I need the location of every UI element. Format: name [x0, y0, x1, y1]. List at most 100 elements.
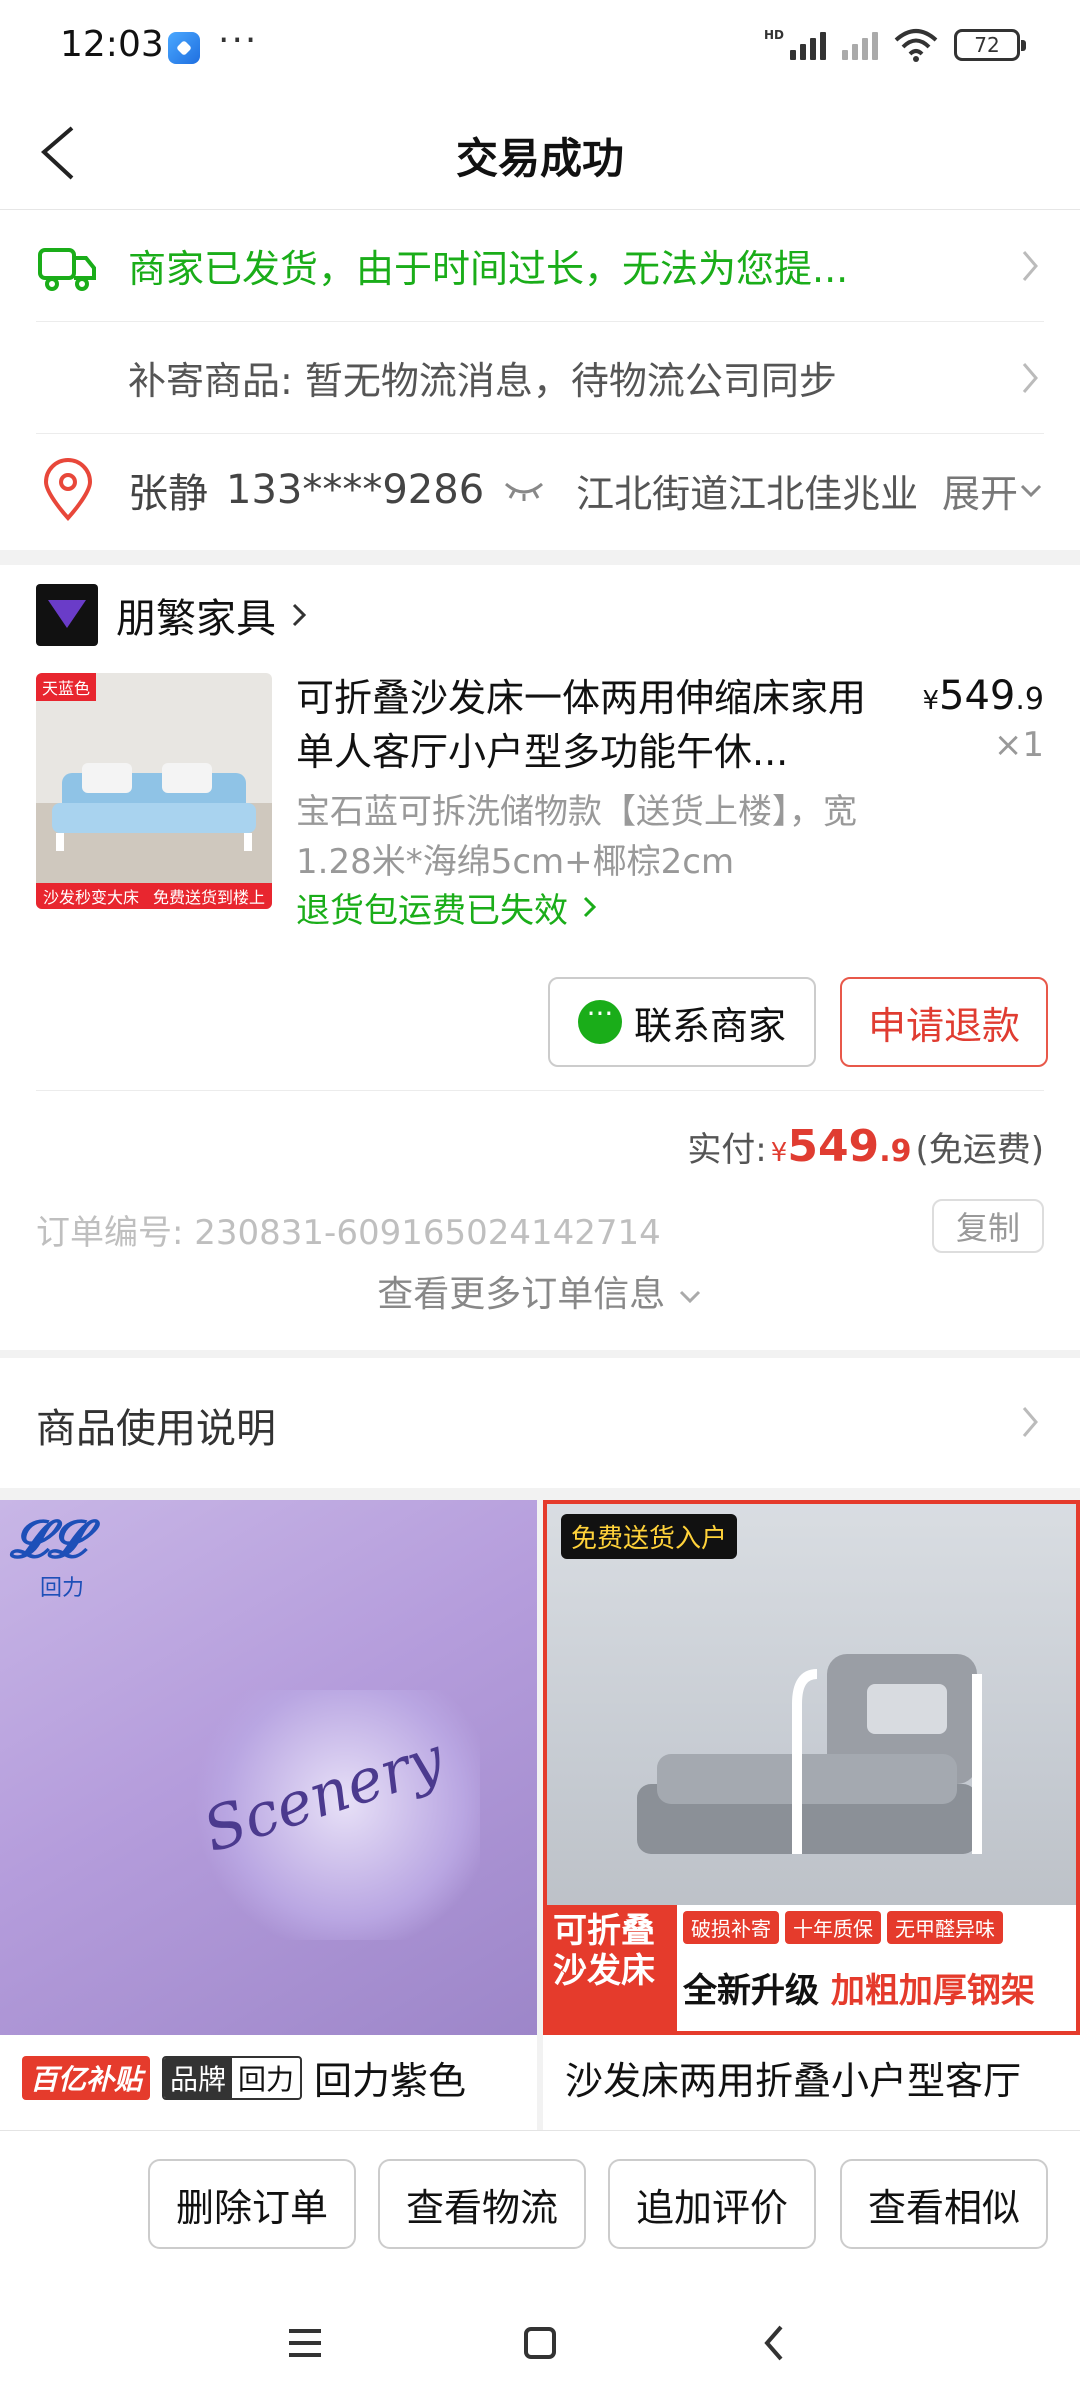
- address-row[interactable]: 张静 133****9286 江北街道江北佳兆业 展开: [36, 434, 1044, 546]
- product-title[interactable]: 可折叠沙发床一体两用伸缩床家用单人客厅小户型多功能午休...: [296, 671, 896, 779]
- hd-indicator: HD: [763, 28, 784, 42]
- status-time: 12:03: [60, 24, 164, 65]
- promo-badges: 破损补寄 十年质保 无甲醛异味: [683, 1911, 1003, 1944]
- order-number: 订单编号: 230831-609165024142714: [36, 1213, 661, 1253]
- paid-amount-row: 实付: ¥549.9 (免运费): [687, 1121, 1044, 1172]
- page-title: 交易成功: [455, 134, 624, 183]
- home-icon[interactable]: [510, 2313, 570, 2373]
- chevron-right-icon: [1022, 1407, 1038, 1437]
- recommendation-card-2[interactable]: 免费送货入户 可折叠沙发床 破损补寄 十年质保 无甲醛异味 全新升级 加粗加厚钢…: [543, 1500, 1080, 2130]
- menu-icon[interactable]: [275, 2313, 335, 2373]
- promo-main-text-2: 加粗加厚钢架: [830, 1971, 1035, 2011]
- product-image-banner: 沙发秒变大床 免费送货到楼上: [36, 883, 272, 909]
- promo-main-text: 全新升级 加粗加厚钢架: [683, 1963, 1035, 2012]
- brand-badge: 品牌 回力: [162, 2055, 303, 2100]
- more-order-info-label: 查看更多订单信息: [377, 1274, 666, 1315]
- recipient-phone: 133****9286: [226, 467, 485, 513]
- shop-order-card: 朋繁家具 天蓝色 沙发秒变大床 免费送货到楼上 可折叠沙发床一体两用伸缩床家用单…: [0, 565, 1080, 1350]
- truck-icon: [38, 247, 96, 291]
- return-shipping-text: 退货包运费已失效: [296, 891, 568, 931]
- product-banner-text-2: 免费送货到楼上: [152, 888, 265, 907]
- recipient-name: 张静: [128, 471, 208, 517]
- reship-text: 补寄商品: 暂无物流消息，待物流公司同步: [128, 359, 837, 403]
- system-nav-bar: [0, 2275, 1080, 2400]
- page-header: 交易成功: [0, 95, 1080, 210]
- order-action-bar: 删除订单 查看物流 追加评价 查看相似: [0, 2130, 1080, 2275]
- signal-icon: [790, 30, 826, 60]
- address-text: 江北街道江北佳兆业: [576, 471, 919, 516]
- promo-badge: 破损补寄: [683, 1911, 779, 1944]
- recommendation-title-2: 沙发床两用折叠小户型客厅: [565, 2050, 1021, 2105]
- order-info-card: 商家已发货，由于时间过长，无法为您提... 补寄商品: 暂无物流消息，待物流公司…: [0, 210, 1080, 550]
- product-spec: 宝石蓝可拆洗储物款【送货上楼】，宽1.28米*海绵5cm+椰棕2cm: [296, 792, 857, 882]
- shop-name: 朋繁家具: [116, 596, 276, 642]
- divider: [36, 1090, 1044, 1091]
- recommendation-card-1[interactable]: 𝓛𝓛 回力 Scenery 百亿补贴 品牌 回力 回力紫色: [0, 1500, 537, 2130]
- product-price: ¥549.9: [922, 673, 1044, 719]
- view-similar-button[interactable]: 查看相似: [840, 2159, 1048, 2249]
- recommendation-title-text-2: 沙发床两用折叠小户型客厅: [565, 2059, 1022, 2103]
- product-image[interactable]: 天蓝色 沙发秒变大床 免费送货到楼上: [36, 673, 272, 909]
- add-review-button[interactable]: 追加评价: [608, 2159, 816, 2249]
- shop-header[interactable]: 朋繁家具: [36, 583, 314, 647]
- delete-order-button[interactable]: 删除订单: [148, 2159, 356, 2249]
- promo-badge: 无甲醛异味: [887, 1911, 1003, 1944]
- product-banner-text-1: 沙发秒变大床: [42, 888, 139, 907]
- chevron-down-icon: [679, 1290, 700, 1304]
- free-delivery-badge: 免费送货入户: [561, 1514, 738, 1559]
- usage-guide-row[interactable]: 商品使用说明: [0, 1358, 1080, 1488]
- chevron-right-icon: [583, 896, 596, 918]
- product-quantity: ×1: [993, 725, 1044, 765]
- product-promo-banner: 可折叠沙发床 破损补寄 十年质保 无甲醛异味 全新升级 加粗加厚钢架: [547, 1905, 1076, 2031]
- price-integer: 549: [939, 673, 1016, 719]
- logistics-status-text: 商家已发货，由于时间过长，无法为您提...: [128, 247, 849, 291]
- product-image-tag: 天蓝色: [36, 673, 97, 701]
- wifi-icon: [894, 29, 938, 62]
- chevron-right-icon: [1022, 250, 1038, 281]
- location-pin-icon: [43, 458, 93, 521]
- contact-seller-label: 联系商家: [633, 1003, 786, 1048]
- price-symbol: ¥: [922, 686, 940, 716]
- battery-icon: 72: [954, 29, 1026, 61]
- chevron-down-icon: [1020, 484, 1042, 498]
- status-bar: 12:03 ··· HD 72: [0, 0, 1080, 95]
- recommendation-title-text-1: 回力紫色: [314, 2059, 467, 2103]
- view-logistics-button[interactable]: 查看物流: [378, 2159, 586, 2249]
- usage-guide-label: 商品使用说明: [36, 1406, 276, 1452]
- paid-symbol: ¥: [770, 1138, 788, 1168]
- return-shipping-note[interactable]: 退货包运费已失效: [296, 883, 601, 932]
- eye-closed-icon[interactable]: [502, 478, 546, 502]
- copy-button[interactable]: 复制: [932, 1199, 1044, 1253]
- shop-logo: [36, 584, 98, 646]
- logistics-status-row[interactable]: 商家已发货，由于时间过长，无法为您提...: [36, 210, 1044, 322]
- chevron-right-icon: [292, 603, 307, 627]
- recommendation-title-1: 百亿补贴 品牌 回力 回力紫色: [22, 2050, 466, 2105]
- signal-2-icon: [842, 30, 878, 60]
- paid-integer: 549: [787, 1121, 880, 1172]
- request-refund-button[interactable]: 申请退款: [840, 977, 1048, 1067]
- promo-banner-title: 可折叠沙发床: [547, 1905, 677, 2031]
- contact-seller-button[interactable]: 联系商家: [548, 977, 816, 1067]
- paid-amount: ¥549.9: [771, 1121, 912, 1172]
- brand-logo-text: 回力: [40, 1576, 85, 1601]
- nav-back-icon[interactable]: [745, 2313, 805, 2373]
- paid-label: 实付:: [687, 1130, 767, 1170]
- reship-row[interactable]: 补寄商品: 暂无物流消息，待物流公司同步: [36, 322, 1044, 434]
- sofa-illustration: [52, 763, 256, 851]
- paid-decimal: .9: [879, 1134, 912, 1169]
- more-notifications-indicator: ···: [218, 20, 259, 61]
- chevron-right-icon: [1022, 362, 1038, 393]
- expand-label: 展开: [941, 471, 1018, 516]
- promo-main-text-1: 全新升级: [683, 1971, 819, 2011]
- expand-address-button[interactable]: 展开: [942, 463, 1044, 518]
- more-order-info-button[interactable]: 查看更多订单信息: [0, 1265, 1080, 1317]
- shipping-note: (免运费): [915, 1130, 1044, 1170]
- brand-logo-mark: 𝓛𝓛: [10, 1510, 86, 1570]
- brand-badge-label: 品牌: [164, 2057, 233, 2098]
- subsidy-badge: 百亿补贴: [22, 2055, 151, 2100]
- app-notification-icon: [168, 32, 200, 64]
- recommendation-image-1: 𝓛𝓛 回力 Scenery: [0, 1500, 537, 2035]
- sofa-bed-illustration: [637, 1654, 982, 1854]
- recommendation-image-2: 免费送货入户 可折叠沙发床 破损补寄 十年质保 无甲醛异味 全新升级 加粗加厚钢…: [543, 1500, 1080, 2035]
- brand-badge-name: 回力: [238, 2062, 295, 2096]
